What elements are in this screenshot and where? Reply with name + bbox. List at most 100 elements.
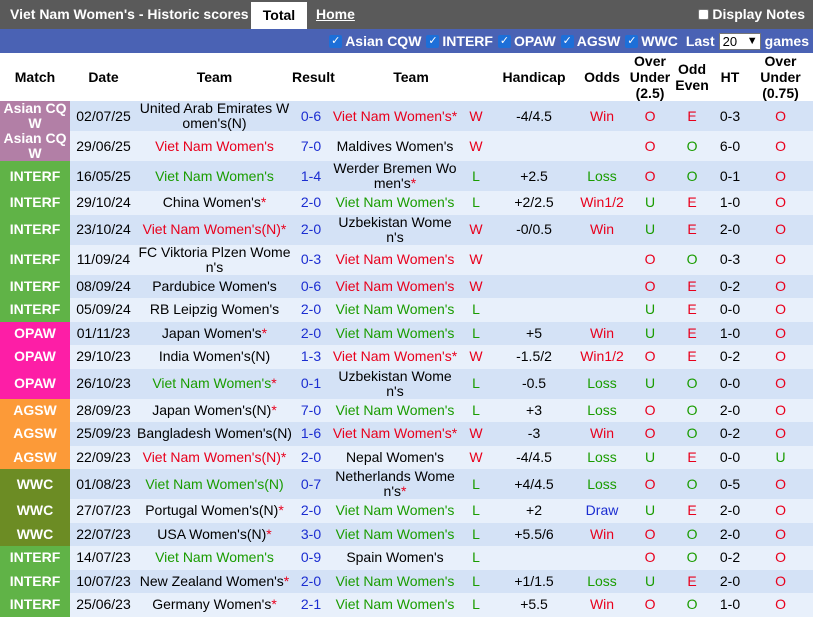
home-team[interactable]: Pardubice Women's [137,274,292,298]
filter-asian-cqw[interactable]: ✓ Asian CQW [329,33,421,49]
match-type[interactable]: AGSW [0,422,70,446]
home-team[interactable]: Portugal Women's(N)* [137,499,292,523]
match-type[interactable]: INTERF [0,244,70,275]
home-team[interactable]: Japan Women's(N)* [137,398,292,422]
games-count-select[interactable]: 20 ▼ [718,32,761,50]
away-team[interactable]: Viet Nam Women's [330,244,460,275]
away-team[interactable]: Werder Bremen Women's* [330,161,460,191]
match-type[interactable]: Asian CQ W [0,131,70,161]
match-result[interactable]: 0-6 [292,101,330,131]
away-team[interactable]: Nepal Women's [330,445,460,469]
home-team[interactable]: India Women's(N) [137,345,292,369]
away-team[interactable]: Viet Nam Women's [330,593,460,617]
match-type[interactable]: INTERF [0,593,70,617]
neutral-marker: * [410,175,417,191]
match-result[interactable]: 2-1 [292,593,330,617]
match-type[interactable]: INTERF [0,274,70,298]
match-result[interactable]: 0-7 [292,469,330,499]
match-type[interactable]: INTERF [0,161,70,191]
away-team[interactable]: Viet Nam Women's [330,321,460,345]
away-team[interactable]: Viet Nam Women's [330,191,460,215]
match-type[interactable]: INTERF [0,214,70,245]
checkmark-icon[interactable]: ✓ [625,34,639,48]
match-result[interactable]: 2-0 [292,445,330,469]
match-result[interactable]: 2-0 [292,321,330,345]
match-result[interactable]: 2-0 [292,499,330,523]
tab-home[interactable]: Home [316,6,355,22]
match-result[interactable]: 2-0 [292,214,330,245]
match-result[interactable]: 2-0 [292,191,330,215]
match-type[interactable]: INTERF [0,546,70,570]
checkmark-icon[interactable]: ✓ [497,34,511,48]
checkmark-icon[interactable]: ✓ [329,34,343,48]
match-type[interactable]: OPAW [0,368,70,399]
checkmark-icon[interactable]: ✓ [426,34,440,48]
match-type[interactable]: AGSW [0,398,70,422]
home-team[interactable]: Viet Nam Women's [137,161,292,191]
filter-interf[interactable]: ✓ INTERF [426,33,493,49]
home-team[interactable]: RB Leipzig Women's [137,298,292,322]
match-date: 22/07/23 [70,522,137,546]
home-team[interactable]: Viet Nam Women's(N) [137,469,292,499]
away-team[interactable]: Viet Nam Women's [330,569,460,593]
home-team[interactable]: Japan Women's* [137,321,292,345]
display-notes-toggle[interactable]: Display Notes [698,6,805,22]
match-result[interactable]: 2-0 [292,298,330,322]
match-type[interactable]: AGSW [0,445,70,469]
home-team[interactable]: Viet Nam Women's [137,131,292,161]
home-team[interactable]: Viet Nam Women's(N)* [137,445,292,469]
match-type[interactable]: OPAW [0,321,70,345]
match-type[interactable]: OPAW [0,345,70,369]
filter-wwc[interactable]: ✓ WWC [625,33,678,49]
match-result[interactable]: 1-3 [292,345,330,369]
match-type[interactable]: WWC [0,469,70,499]
away-team[interactable]: Spain Women's [330,546,460,570]
match-result[interactable]: 0-1 [292,368,330,399]
filter-opaw[interactable]: ✓ OPAW [497,33,556,49]
away-team[interactable]: Netherlands Women's* [330,469,460,499]
match-result[interactable]: 0-9 [292,546,330,570]
home-team[interactable]: FC Viktoria Plzen Women's [137,244,292,275]
match-result[interactable]: 3-0 [292,522,330,546]
away-team[interactable]: Viet Nam Women's* [330,345,460,369]
match-result[interactable]: 0-6 [292,274,330,298]
home-team-name: RB Leipzig Women's [149,301,280,318]
away-team[interactable]: Viet Nam Women's* [330,422,460,446]
away-team[interactable]: Viet Nam Women's* [330,101,460,131]
away-team[interactable]: Viet Nam Women's [330,398,460,422]
home-team[interactable]: New Zealand Women's* [137,569,292,593]
away-team[interactable]: Viet Nam Women's [330,298,460,322]
away-team[interactable]: Viet Nam Women's [330,522,460,546]
checkmark-icon[interactable]: ✓ [560,34,574,48]
tab-total[interactable]: Total [251,2,307,29]
home-team[interactable]: Viet Nam Women's* [137,368,292,399]
match-type[interactable]: INTERF [0,191,70,215]
match-result[interactable]: 2-0 [292,569,330,593]
checkbox-icon[interactable] [698,8,710,20]
match-type[interactable]: INTERF [0,298,70,322]
away-team[interactable]: Uzbekistan Women's [330,214,460,245]
over-under-result: U [628,499,673,523]
home-team-name: Viet Nam Women's(N) [142,221,281,237]
home-team[interactable]: Viet Nam Women's [137,546,292,570]
home-team[interactable]: China Women's* [137,191,292,215]
match-result[interactable]: 7-0 [292,131,330,161]
match-result[interactable]: 1-4 [292,161,330,191]
home-team[interactable]: Viet Nam Women's(N)* [137,214,292,245]
away-team[interactable]: Maldives Women's [330,131,460,161]
match-type[interactable]: WWC [0,499,70,523]
home-team[interactable]: Germany Women's* [137,593,292,617]
match-type[interactable]: INTERF [0,569,70,593]
away-team[interactable]: Viet Nam Women's [330,274,460,298]
match-type[interactable]: WWC [0,522,70,546]
home-team[interactable]: Bangladesh Women's(N) [137,422,292,446]
away-team[interactable]: Uzbekistan Women's [330,368,460,399]
match-result[interactable]: 0-3 [292,244,330,275]
match-result[interactable]: 7-0 [292,398,330,422]
match-type[interactable]: Asian CQ W [0,101,70,131]
home-team[interactable]: USA Women's(N)* [137,522,292,546]
away-team[interactable]: Viet Nam Women's [330,499,460,523]
home-team[interactable]: United Arab Emirates Women's(N) [137,101,292,131]
filter-agsw[interactable]: ✓ AGSW [560,33,620,49]
match-result[interactable]: 1-6 [292,422,330,446]
